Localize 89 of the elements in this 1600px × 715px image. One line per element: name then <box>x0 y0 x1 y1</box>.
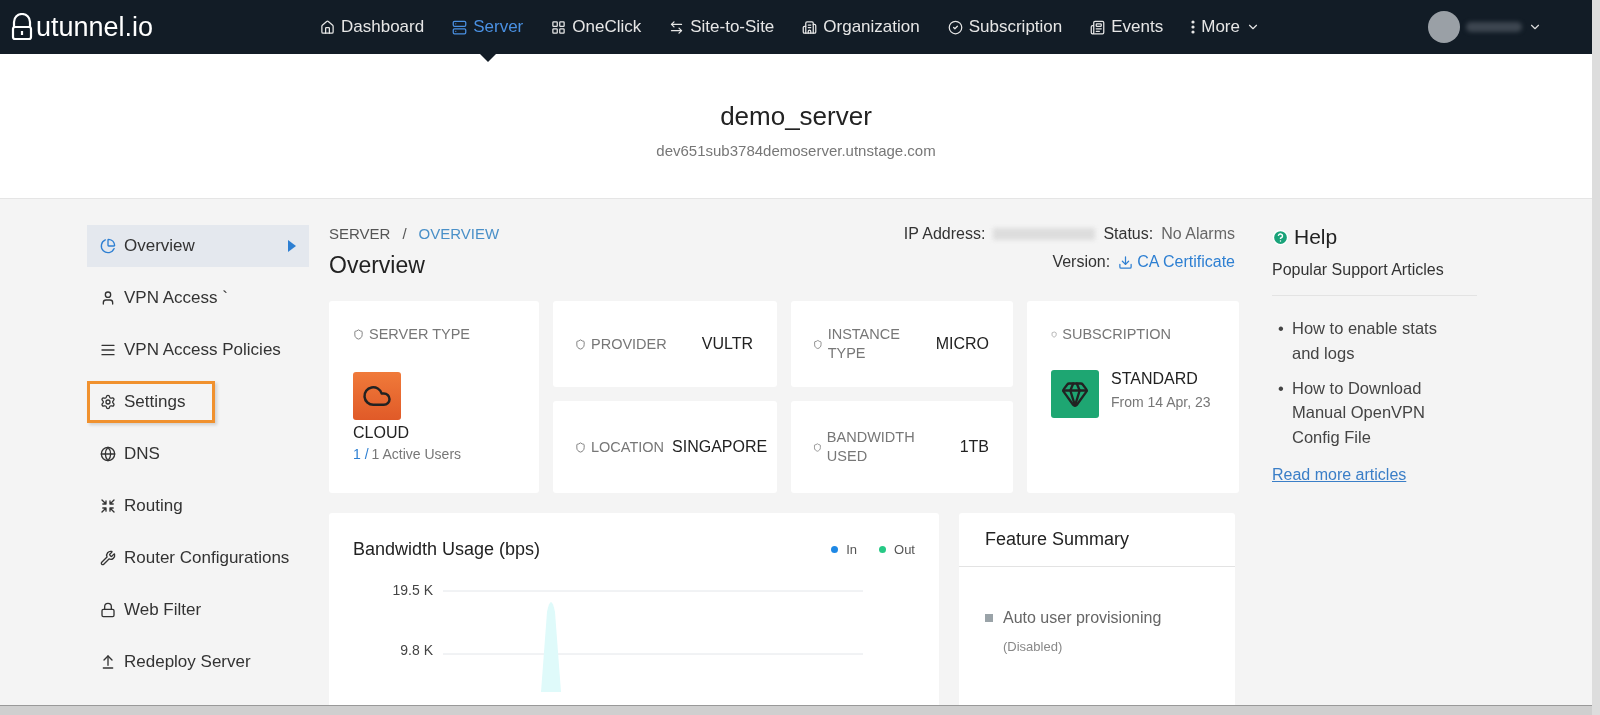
horizontal-scrollbar[interactable] <box>0 705 1592 715</box>
axis-tick-label: 19.5 K <box>392 582 433 598</box>
settings-icon <box>100 394 116 410</box>
version-label: Version: <box>1052 253 1111 271</box>
card-value: MICRO <box>935 335 989 353</box>
pie-chart-icon <box>100 238 116 254</box>
sidebar-item[interactable]: Routing <box>87 485 309 527</box>
card-label: PROVIDER <box>575 334 667 354</box>
plan-date: From 14 Apr, 23 <box>1111 393 1211 410</box>
server-type-value: CLOUD <box>353 423 410 442</box>
shield-icon <box>813 441 822 453</box>
bullet: • <box>1278 377 1285 399</box>
lock-icon <box>100 602 116 618</box>
breadcrumb-separator: / <box>402 225 407 242</box>
article-link[interactable]: How to Download Manual OpenVPN Config File <box>1292 375 1468 450</box>
sidebar-item[interactable]: Settings <box>87 381 215 423</box>
axis-tick-label: 9.8 K <box>400 642 433 658</box>
card-label: LOCATION <box>575 437 665 457</box>
brand-name: utunnel.io <box>36 11 154 43</box>
card-label: INSTANCE TYPE <box>813 325 928 363</box>
sidebar-item[interactable]: Web Filter <box>87 589 309 631</box>
nav-link[interactable]: Subscription <box>947 0 1063 54</box>
upload-icon <box>100 654 116 670</box>
download-icon <box>1118 254 1134 270</box>
sidebar-item[interactable]: VPN Access ` <box>87 277 309 319</box>
check-circle-icon <box>947 19 963 35</box>
avatar[interactable] <box>1428 11 1460 43</box>
sidebar-item[interactable]: Overview <box>87 225 309 267</box>
building-icon <box>802 19 818 35</box>
feature-state: (Disabled) <box>1003 639 1064 654</box>
card-title: Bandwidth Usage (bps) <box>353 539 541 560</box>
nav-link[interactable]: Dashboard <box>320 0 425 54</box>
nav-link[interactable]: Site-to-Site <box>669 0 775 54</box>
help-icon <box>1272 228 1289 246</box>
server-hostname: dev651sub3784demoserver.utnstage.com <box>656 142 936 159</box>
legend-label: In <box>846 542 858 557</box>
card-value: SINGAPORE <box>672 438 768 456</box>
list-icon <box>100 342 116 358</box>
dots-icon <box>1191 20 1196 34</box>
read-more-link[interactable]: Read more articles <box>1272 465 1477 484</box>
caret-icon <box>288 240 296 252</box>
plan-name: STANDARD <box>1111 369 1199 388</box>
nav-link[interactable]: Events <box>1090 0 1164 54</box>
card-label: SERVER TYPE <box>353 325 473 344</box>
sidebar-item[interactable]: VPN Access Policies <box>87 329 309 371</box>
arrows-icon <box>669 19 685 35</box>
nav-link[interactable]: Organization <box>802 0 920 54</box>
nav-link[interactable]: More <box>1191 0 1260 54</box>
blurred-username <box>1466 22 1522 32</box>
nav-link[interactable]: OneClick <box>551 0 642 54</box>
logo-icon <box>10 13 34 41</box>
bullet: • <box>1278 318 1285 339</box>
active-user-count: 1 / <box>353 445 369 462</box>
sidebar-item[interactable]: Router Configurations <box>87 537 309 579</box>
card-value: 1TB <box>959 438 989 456</box>
card-value: VULTR <box>701 335 753 353</box>
globe-icon <box>100 446 116 462</box>
ip-label: IP Address: <box>903 225 986 243</box>
status-label: Status: <box>1103 225 1154 243</box>
article-link[interactable]: How to enable stats and logs <box>1292 316 1468 366</box>
status-value: No Alarms <box>1161 225 1235 243</box>
legend-label: Out <box>894 542 915 557</box>
shrink-icon <box>100 498 116 514</box>
shield-icon <box>575 338 586 350</box>
shield-icon <box>1051 328 1058 340</box>
server-icon <box>452 19 468 35</box>
page-title: Overview <box>329 252 426 279</box>
shield-icon <box>575 441 586 453</box>
wrench-icon <box>100 550 116 566</box>
active-users-text: 1 Active Users <box>371 445 462 462</box>
home-icon <box>320 19 335 35</box>
user-icon <box>100 290 116 306</box>
newspaper-icon <box>1090 19 1106 35</box>
breadcrumb-link[interactable]: SERVER <box>329 225 391 242</box>
feature-name: Auto user provisioning <box>1003 609 1162 627</box>
card-label: SUBSCRIPTION <box>1051 325 1171 344</box>
help-subtitle: Popular Support Articles <box>1272 261 1477 296</box>
shield-icon <box>813 338 823 350</box>
bullet-icon <box>985 614 993 622</box>
card-label: BANDWIDTH USED <box>813 428 933 466</box>
server-name: demo_server <box>720 101 872 132</box>
shield-icon <box>353 328 364 340</box>
sidebar-item[interactable]: DNS <box>87 433 309 475</box>
cloud-icon <box>353 371 401 420</box>
card-title: Feature Summary <box>959 513 1235 567</box>
certificate-link[interactable]: CA Certificate <box>1118 253 1235 271</box>
sidebar-item[interactable]: Redeploy Server <box>87 641 309 683</box>
help-title: Help <box>1294 225 1338 249</box>
grid-icon <box>551 19 567 35</box>
